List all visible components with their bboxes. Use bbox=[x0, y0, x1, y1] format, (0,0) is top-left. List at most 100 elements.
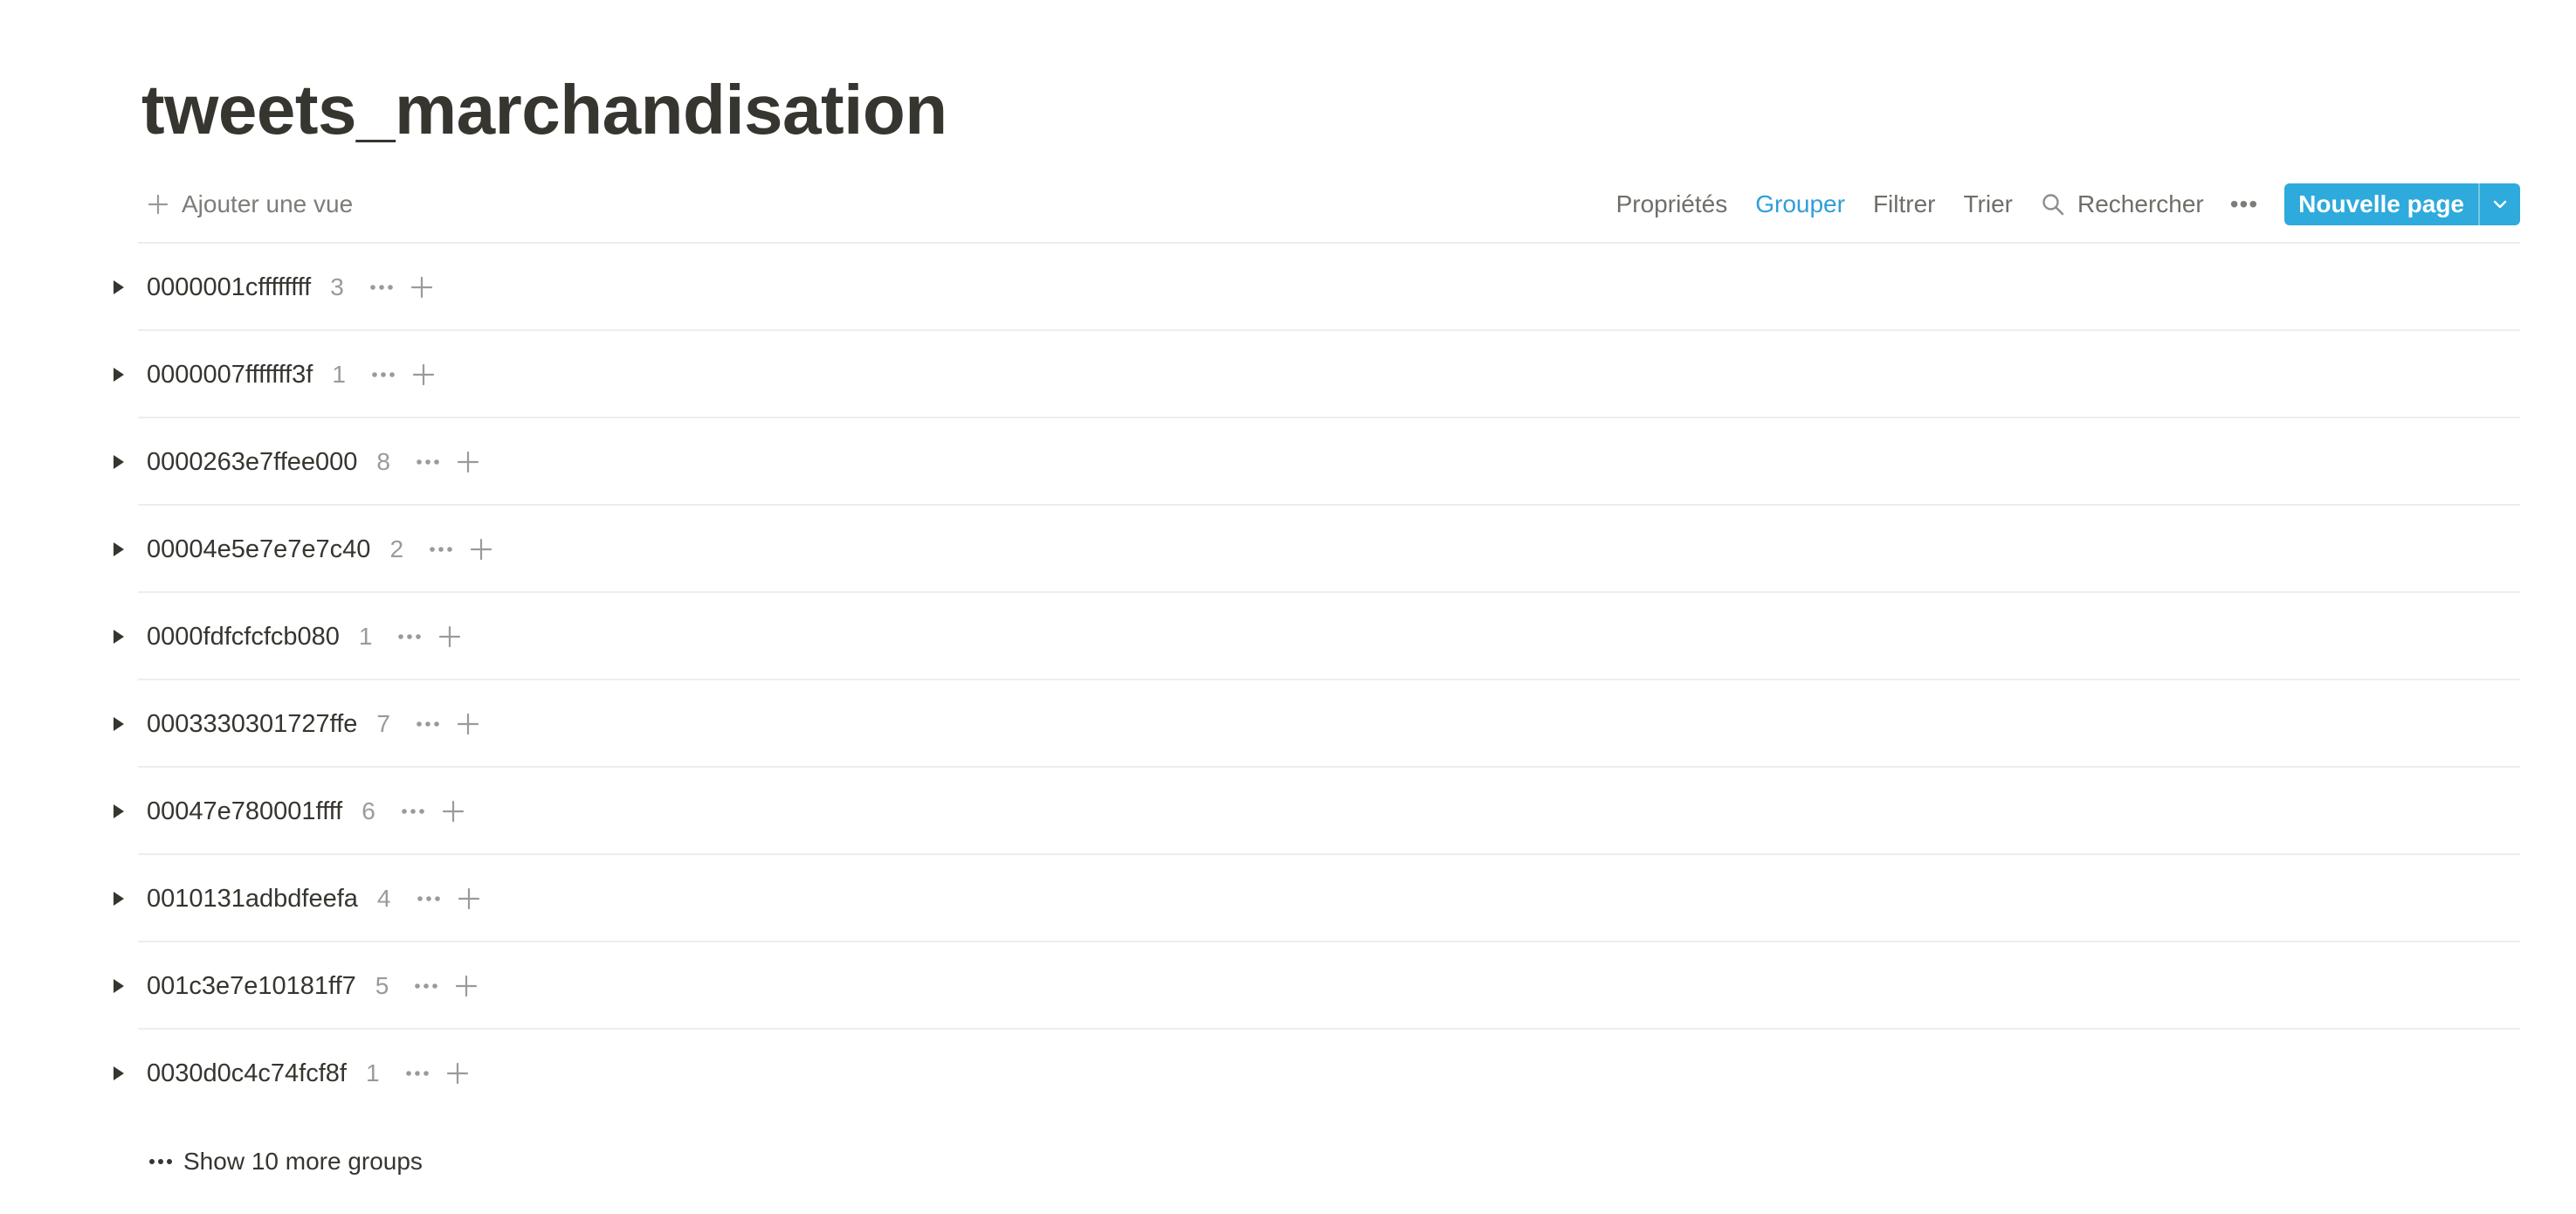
ellipsis-icon bbox=[417, 459, 439, 465]
plus-icon bbox=[148, 194, 169, 215]
add-view-label: Ajouter une vue bbox=[182, 190, 354, 217]
page-title[interactable]: tweets_marchandisation bbox=[141, 58, 947, 162]
properties-button[interactable]: Propriétés bbox=[1616, 190, 1728, 218]
triangle-right-icon bbox=[114, 455, 124, 469]
expand-toggle[interactable] bbox=[108, 1063, 129, 1084]
ellipsis-icon bbox=[372, 372, 395, 377]
group-count: 1 bbox=[332, 361, 346, 388]
ellipsis-icon bbox=[417, 896, 440, 901]
group-header[interactable]: 0000263e7ffee000 8 bbox=[147, 448, 481, 477]
triangle-right-icon bbox=[114, 368, 124, 382]
group-header[interactable]: 0000007fffffff3f 1 bbox=[147, 361, 437, 390]
group-options-button[interactable] bbox=[403, 1060, 432, 1086]
group-name: 001c3e7e10181ff7 bbox=[147, 971, 356, 1000]
group-header[interactable]: 00004e5e7e7e7c40 2 bbox=[147, 535, 494, 564]
group-header[interactable]: 0000001cffffffff 3 bbox=[147, 273, 435, 302]
group-count: 8 bbox=[376, 448, 390, 475]
group-name: 0010131adbdfeefa bbox=[147, 884, 358, 913]
add-to-group-button[interactable] bbox=[468, 536, 494, 562]
add-to-group-button[interactable] bbox=[409, 274, 435, 300]
group-header[interactable]: 0003330301727ffe 7 bbox=[147, 710, 481, 739]
search-label: Rechercher bbox=[2077, 190, 2204, 217]
add-to-group-button[interactable] bbox=[444, 1060, 471, 1086]
group-options-button[interactable] bbox=[411, 973, 441, 999]
triangle-right-icon bbox=[114, 630, 124, 644]
group-row: 0003330301727ffe 7 bbox=[0, 680, 2520, 768]
add-to-group-button[interactable] bbox=[410, 362, 437, 388]
add-to-group-button[interactable] bbox=[437, 624, 463, 650]
expand-toggle[interactable] bbox=[108, 801, 129, 822]
group-row: 001c3e7e10181ff7 5 bbox=[0, 942, 2520, 1030]
triangle-right-icon bbox=[114, 979, 124, 993]
expand-toggle[interactable] bbox=[108, 277, 129, 298]
filter-button[interactable]: Filtrer bbox=[1873, 190, 1936, 218]
group-name: 0003330301727ffe bbox=[147, 709, 358, 738]
more-options-icon[interactable]: ••• bbox=[2230, 190, 2258, 218]
expand-toggle[interactable] bbox=[108, 452, 129, 472]
group-options-button[interactable] bbox=[368, 362, 398, 388]
group-header[interactable]: 00047e780001ffff 6 bbox=[147, 797, 466, 826]
expand-toggle[interactable] bbox=[108, 976, 129, 997]
group-list: 0000001cffffffff 3 0000007fffffff3f 1 000026… bbox=[0, 244, 2520, 1117]
add-to-group-button[interactable] bbox=[456, 886, 482, 912]
group-options-button[interactable] bbox=[395, 624, 424, 650]
sort-button[interactable]: Trier bbox=[1963, 190, 2013, 218]
plus-icon bbox=[456, 975, 478, 997]
group-header[interactable]: 0010131adbdfeefa 4 bbox=[147, 885, 482, 914]
expand-toggle[interactable] bbox=[108, 364, 129, 385]
show-more-groups-button[interactable]: Show 10 more groups bbox=[147, 1148, 423, 1176]
triangle-right-icon bbox=[114, 804, 124, 818]
group-options-button[interactable] bbox=[426, 536, 456, 562]
group-name: 00004e5e7e7e7c40 bbox=[147, 535, 371, 563]
group-count: 2 bbox=[389, 535, 404, 562]
group-options-button[interactable] bbox=[367, 274, 396, 300]
add-to-group-button[interactable] bbox=[455, 449, 481, 475]
toolbar-actions: Propriétés Grouper Filtrer Trier Recherc… bbox=[1616, 178, 2520, 231]
new-page-button[interactable]: Nouvelle page bbox=[2284, 183, 2478, 225]
plus-icon bbox=[410, 276, 432, 299]
ellipsis-icon bbox=[398, 634, 422, 639]
expand-toggle[interactable] bbox=[108, 714, 129, 735]
group-count: 1 bbox=[365, 1059, 380, 1086]
group-name: 0000007fffffff3f bbox=[147, 360, 313, 389]
ellipsis-icon bbox=[417, 721, 439, 727]
group-row: 0000fdfcfcfcb080 1 bbox=[0, 593, 2520, 680]
ellipsis-icon bbox=[415, 983, 438, 989]
group-name: 0000fdfcfcfcb080 bbox=[147, 622, 340, 651]
group-options-button[interactable] bbox=[414, 886, 444, 912]
ellipsis-icon bbox=[405, 1071, 429, 1076]
group-count: 7 bbox=[376, 710, 390, 737]
group-row: 0010131adbdfeefa 4 bbox=[0, 855, 2520, 942]
expand-toggle[interactable] bbox=[108, 539, 129, 560]
group-header[interactable]: 0000fdfcfcfcb080 1 bbox=[147, 623, 463, 652]
group-button[interactable]: Grouper bbox=[1755, 190, 1845, 218]
triangle-right-icon bbox=[114, 1066, 124, 1080]
triangle-right-icon bbox=[114, 717, 124, 731]
database-page: tweets_marchandisation Ajouter une vue P… bbox=[0, 0, 2576, 1214]
group-header[interactable]: 001c3e7e10181ff7 5 bbox=[147, 972, 479, 1001]
group-row: 0030d0c4c74fcf8f 1 bbox=[0, 1030, 2520, 1117]
group-row: 0000007fffffff3f 1 bbox=[0, 331, 2520, 418]
new-page-dropdown[interactable] bbox=[2478, 183, 2520, 225]
add-view-button[interactable]: Ajouter une vue bbox=[141, 190, 360, 218]
plus-icon bbox=[439, 625, 461, 648]
search-button[interactable]: Rechercher bbox=[2041, 190, 2204, 218]
view-toolbar: Ajouter une vue Propriétés Grouper Filtr… bbox=[141, 178, 2520, 231]
add-to-group-button[interactable] bbox=[453, 973, 479, 999]
ellipsis-icon bbox=[149, 1159, 172, 1164]
expand-toggle[interactable] bbox=[108, 888, 129, 909]
group-options-button[interactable] bbox=[398, 798, 428, 824]
group-options-button[interactable] bbox=[413, 711, 443, 737]
group-header[interactable]: 0030d0c4c74fcf8f 1 bbox=[147, 1059, 471, 1088]
group-options-button[interactable] bbox=[413, 449, 443, 475]
group-name: 0030d0c4c74fcf8f bbox=[147, 1059, 347, 1087]
expand-toggle[interactable] bbox=[108, 626, 129, 647]
plus-icon bbox=[442, 800, 464, 823]
plus-icon bbox=[412, 363, 435, 386]
group-row: 00047e780001ffff 6 bbox=[0, 768, 2520, 855]
group-name: 00047e780001ffff bbox=[147, 797, 343, 825]
add-to-group-button[interactable] bbox=[455, 711, 481, 737]
plus-icon bbox=[446, 1062, 468, 1085]
group-row: 00004e5e7e7e7c40 2 bbox=[0, 506, 2520, 593]
add-to-group-button[interactable] bbox=[440, 798, 466, 824]
